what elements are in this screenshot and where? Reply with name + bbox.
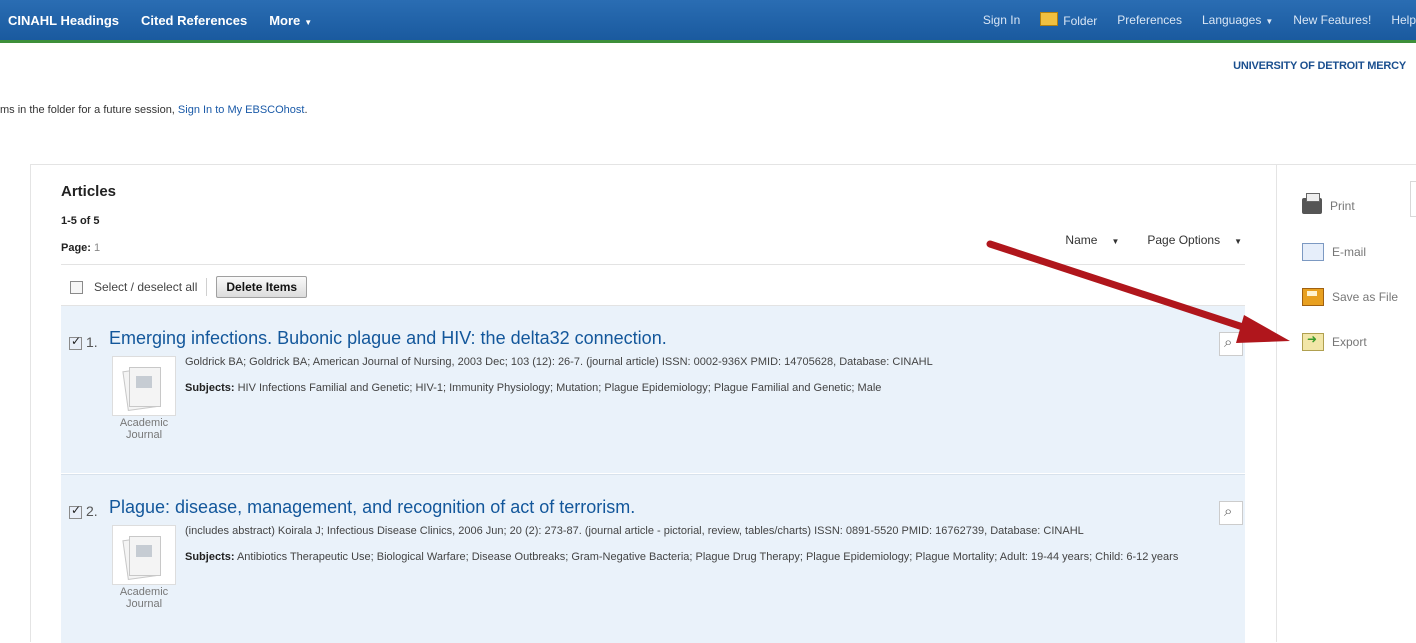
folder-icon [1040,12,1059,26]
result-number: 1. [86,334,98,350]
result-number: 2. [86,503,98,519]
chevron-down-icon: ▼ [304,17,313,27]
nav-more[interactable]: More ▼ [269,13,312,28]
academic-journal-icon[interactable] [112,356,176,416]
export-tool[interactable]: Export [1302,332,1367,351]
publication-type-line: Journal [125,429,163,441]
content-frame-left [30,164,31,642]
result-range: 1-5 of 5 [61,215,100,227]
print-tool[interactable]: Print [1302,193,1355,214]
subjects-label: Subjects: [185,551,235,563]
academic-journal-icon[interactable] [112,525,176,585]
save-label: Save as File [1332,290,1399,304]
result-title-link[interactable]: Emerging infections. Bubonic plague and … [109,328,667,349]
floppy-disk-icon [1302,288,1324,306]
nav-new-features[interactable]: New Features! [1293,13,1371,27]
divider [61,264,1245,265]
subjects-label: Subjects: [185,382,235,394]
envelope-icon [1302,243,1324,261]
save-as-file-tool[interactable]: Save as File [1302,288,1398,306]
nav-languages[interactable]: Languages ▼ [1202,13,1273,27]
subjects-text[interactable]: HIV Infections Familial and Genetic; HIV… [238,382,882,394]
page-options-dropdown[interactable]: Page Options ▼ [1133,233,1242,247]
sign-in-link[interactable]: Sign In to My EBSCOhost [178,104,305,116]
result-item: 1. Emerging infections. Bubonic plague a… [61,306,1245,473]
subjects-text[interactable]: Antibiotics Therapeutic Use; Biological … [237,551,1178,563]
publication-type: Academic Journal [109,586,179,610]
email-label: E-mail [1332,245,1367,259]
top-nav-right: Sign In Folder Preferences Languages ▼ Ne… [963,0,1416,40]
section-title: Articles [61,183,117,200]
select-all-checkbox[interactable] [70,280,83,294]
folder-notice-end: . [304,104,308,116]
preview-magnifier-icon[interactable] [1219,501,1243,525]
delete-items-button[interactable]: Delete Items [216,276,308,298]
result-checkbox[interactable] [69,503,82,519]
result-item: 2. Plague: disease, management, and reco… [61,474,1245,643]
tools-panel-divider [1276,164,1277,642]
institution-name: UNIVERSITY OF DETROIT MERCY [1233,60,1406,72]
top-navigation-bar: CINAHL Headings Cited References More ▼ S… [0,0,1416,43]
publication-type-line: Journal [125,598,163,610]
select-row: Select / deselect all Delete Items [70,276,308,298]
page-shape [129,536,161,576]
nav-more-label: More [269,12,301,28]
nav-preferences[interactable]: Preferences [1117,13,1182,27]
result-checkbox[interactable] [69,334,82,350]
nav-cited-references[interactable]: Cited References [141,13,247,28]
preview-magnifier-icon[interactable] [1219,332,1243,356]
nav-languages-label: Languages [1201,13,1262,27]
print-label: Print [1330,199,1355,213]
nav-folder[interactable]: Folder [1040,12,1097,28]
nav-cinahl-headings[interactable]: CINAHL Headings [8,13,119,28]
printer-icon [1302,193,1322,214]
chevron-down-icon: ▼ [1111,237,1120,246]
page-number[interactable]: 1 [94,242,100,254]
divider [206,278,208,296]
nav-folder-label: Folder [1063,14,1098,28]
result-subjects: Subjects: HIV Infections Familial and Ge… [185,380,1243,396]
select-all-label[interactable]: Select / deselect all [94,280,197,294]
folder-notice: ms in the folder for a future session, S… [0,104,308,116]
sort-name-dropdown[interactable]: Name ▼ [1051,233,1119,247]
content-frame-top [30,164,1416,165]
nav-sign-in[interactable]: Sign In [983,13,1020,27]
chevron-down-icon: ▼ [1234,237,1242,246]
result-citation: Goldrick BA; Goldrick BA; American Journ… [185,356,933,368]
page-shape [129,367,161,407]
nav-help[interactable]: Help [1391,13,1416,27]
sort-options: Name ▼ Page Options ▼ [1037,233,1242,247]
page-options-label: Page Options [1147,233,1221,247]
top-nav-left: CINAHL Headings Cited References More ▼ [8,0,334,40]
publication-type-line: Academic [119,586,169,598]
email-tool[interactable]: E-mail [1302,243,1366,261]
panel-edge [1410,181,1416,217]
export-icon [1302,332,1324,351]
publication-type-line: Academic [119,417,169,429]
folder-notice-text: ms in the folder for a future session, [0,104,178,116]
chevron-down-icon: ▼ [1265,17,1274,26]
export-label: Export [1332,335,1367,349]
result-citation: (includes abstract) Koirala J; Infectiou… [185,525,1084,537]
page-indicator: Page: 1 [61,242,100,254]
result-title-link[interactable]: Plague: disease, management, and recogni… [109,497,635,518]
publication-type: Academic Journal [109,417,179,441]
page-label: Page: [61,242,91,254]
sort-name-label: Name [1065,233,1098,247]
result-subjects: Subjects: Antibiotics Therapeutic Use; B… [185,549,1243,565]
